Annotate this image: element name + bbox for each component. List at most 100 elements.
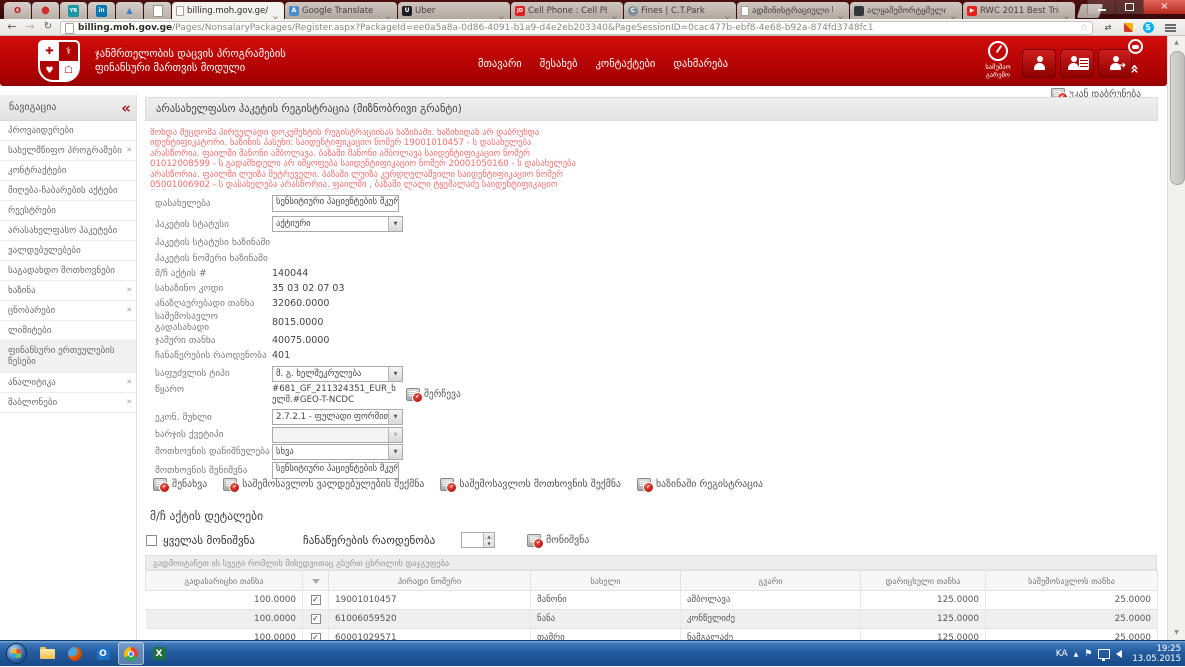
sidebar-item-contracts[interactable]: კონტრაქტები [0,161,136,181]
filter-funnel-icon[interactable] [312,579,320,584]
status-select[interactable]: აქტიური [272,216,403,232]
minimize-button[interactable] [1087,0,1115,14]
chrome-menu-icon[interactable] [1163,21,1177,34]
sidebar-item-acceptance-acts[interactable]: მიღება-ჩაბარების აქტები [0,181,136,201]
reload-icon[interactable] [40,20,56,34]
request-purpose-select[interactable]: სხვა [272,444,403,460]
tray-expand-icon[interactable] [1074,651,1079,658]
nav-about[interactable]: შესახებ [540,58,578,70]
table-row[interactable]: 100.0000 61006059520 ნანა კონწელიძე 125.… [146,610,1158,629]
outlook-taskbar-button[interactable]: O [90,642,116,665]
tab-administrative[interactable]: ადმინისტრაციული სამ [737,2,849,19]
col-first-name[interactable]: სახელი [531,571,681,591]
col-accrued-amount[interactable]: დარიცხული თანხა [861,571,986,591]
nav-help[interactable]: დახმარება [673,58,728,70]
create-income-obligation-button[interactable]: საშემოსავლოს ვალდებულების შექმნა [223,478,424,491]
col-personal-number[interactable]: პირადი ნომერი [329,571,531,591]
pinned-tab-page[interactable] [144,2,171,19]
col-last-name[interactable]: გვარი [681,571,861,591]
table-row[interactable]: 100.0000 19001010457 მანონი ამბოლავა 125… [146,591,1158,610]
sidebar-item-templates[interactable]: შაბლონები [0,393,136,413]
headset-icon[interactable] [1128,39,1143,54]
chrome-taskbar-button[interactable] [118,642,144,665]
sidebar-item-nonsalary-packages[interactable]: არასახელფასო პაკეტები [0,221,136,241]
firefox-taskbar-button[interactable] [62,642,88,665]
col-transfer-amount[interactable]: გადასარიცხი თანხა [146,571,303,591]
vertical-scrollbar[interactable] [1167,36,1185,640]
tab-billing[interactable]: billing.moh.gov.ge/Page [172,2,284,19]
nav-contacts[interactable]: კონტაქტები [596,58,656,70]
request-note-input[interactable]: სენსიტიური პაციენტების მკურნალ [272,462,399,479]
close-icon[interactable] [836,6,845,15]
maximize-button[interactable] [1115,0,1143,14]
close-window-button[interactable] [1143,0,1185,14]
language-indicator[interactable]: KA [1056,649,1068,659]
row-checkbox[interactable] [311,614,321,624]
save-button[interactable]: შენახვა [153,478,207,491]
basis-type-select[interactable]: მ. გ. ხელშეკრულება [272,366,403,382]
name-input[interactable]: სენსიტიური პაციენტების მკურნალ [272,195,399,212]
close-icon[interactable] [723,6,732,15]
sidebar-item-providers[interactable]: პროვაიდერები [0,121,136,141]
mark-button[interactable]: მონიშვნა [527,534,589,547]
pinned-tab-yr[interactable]: YR [60,2,87,19]
sidebar-item-treasury[interactable]: ხაზინა [0,281,136,301]
close-icon[interactable] [384,6,393,15]
close-icon[interactable] [497,6,506,15]
record-count-spinner[interactable]: ▲▼ [461,532,495,548]
scrollbar-thumb[interactable] [1170,51,1185,185]
profile-button[interactable] [1022,49,1056,78]
treasury-register-button[interactable]: ხაზინაში რეგისტრაცია [637,478,763,491]
col-income-tax-amount[interactable]: საშემოსავლოს თანხა [986,571,1158,591]
sidebar-item-financial-unit-rules[interactable]: ფინანსური ერთეულების წესები [0,341,136,373]
clock[interactable]: 19:25 13.05.2015 [1132,644,1181,664]
source-select-button[interactable]: შერჩევა [406,388,461,401]
sidebar-collapse-icon[interactable] [121,95,131,121]
nav-home[interactable]: მთავარი [478,58,522,70]
volume-icon[interactable] [1116,650,1122,658]
pinned-tab-opera[interactable]: O [4,2,31,19]
close-icon[interactable] [949,6,958,15]
collapse-header-icon[interactable] [1126,64,1144,74]
extension-grid-icon[interactable] [1121,21,1135,34]
bookmark-star-icon[interactable] [1080,23,1088,33]
forward-icon[interactable] [22,20,38,34]
excel-taskbar-button[interactable]: X [146,642,172,665]
user-card-button[interactable] [1060,49,1094,78]
tab-fines-ctpark[interactable]: C Fines | C.T.Park [624,2,736,19]
back-icon[interactable] [4,20,20,34]
sidebar-item-registers[interactable]: რეესტრები [0,201,136,221]
tab-cell-phone[interactable]: JD Cell Phone : Cell Phone [511,2,623,19]
workspace-widget[interactable]: სამუშაო გარემო [975,41,1021,79]
tab-google-translate[interactable]: A Google Translate [285,2,397,19]
pinned-tab-drive[interactable]: ▲ [116,2,143,19]
close-icon[interactable] [610,6,619,15]
pinned-tab-dot[interactable]: ● [32,2,59,19]
pinned-tab-linkedin[interactable]: in [88,2,115,19]
create-income-request-button[interactable]: საშემოსავლოს მოთხოვნის შექმნა [440,478,621,491]
sidebar-item-payment-requests[interactable]: საგადახდო მოთხოვნები [0,261,136,281]
start-button[interactable] [6,643,27,664]
expense-subtype-select[interactable] [272,427,403,443]
select-all-checkbox[interactable] [146,535,157,546]
scroll-down-icon[interactable] [1168,626,1185,640]
econ-article-select[interactable]: 2.7.2.1 - ფულადი ფორმით [272,409,403,425]
scroll-up-icon[interactable] [1168,36,1185,50]
spinner-arrows-icon[interactable]: ▲▼ [483,533,494,547]
skype-icon[interactable] [1141,21,1155,34]
action-center-flag-icon[interactable] [1084,649,1092,659]
tab-besieged[interactable]: ალყაშემორტყმული აბ [850,2,962,19]
sidebar-item-state-programs[interactable]: სახელმწიფო პროგრამები [0,141,136,161]
network-icon[interactable] [1098,649,1110,659]
sidebar-item-limits[interactable]: ლიმიტები [0,321,136,341]
col-filter[interactable] [303,571,329,591]
sidebar-item-references[interactable]: ცნობარები [0,301,136,321]
tab-uber[interactable]: U Uber [398,2,510,19]
tab-rwc-youtube[interactable]: ▶ RWC 2011 Best Tries - Y [963,2,1075,19]
sidebar-item-obligations[interactable]: ვალდებულებები [0,241,136,261]
row-checkbox[interactable] [311,595,321,605]
extension-arrows-icon[interactable] [1101,21,1115,34]
close-icon[interactable] [271,6,280,15]
url-bar[interactable]: billing.moh.gov.ge /Pages/NonsalaryPacka… [60,21,1093,35]
explorer-taskbar-button[interactable] [34,642,60,665]
